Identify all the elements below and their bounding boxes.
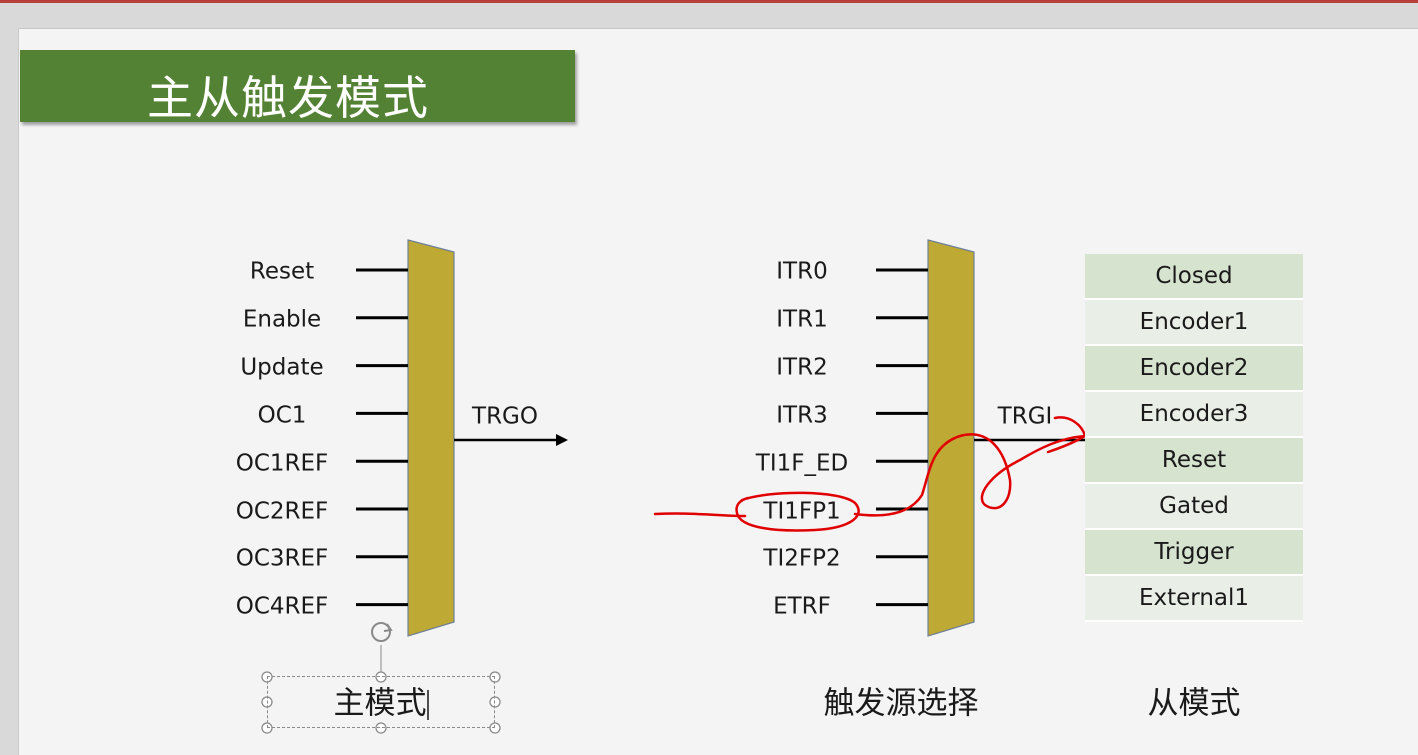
slave-mode-table: Closed Encoder1 Encoder2 Encoder3 Reset … (1085, 254, 1303, 622)
master-input-reset: Reset (249, 258, 315, 285)
master-input-enable: Enable (242, 306, 322, 333)
slave-caption: 从模式 (1147, 685, 1241, 722)
trigger-mux-block (927, 239, 975, 637)
master-input-oc1ref: OC1REF (235, 450, 329, 477)
slave-mode-encoder2: Encoder2 (1085, 346, 1303, 392)
trigger-input-etrf: ETRF (773, 593, 831, 620)
slave-mode-closed: Closed (1085, 254, 1303, 300)
slave-mode-encoder1: Encoder1 (1085, 300, 1303, 346)
trigger-caption: 触发源选择 (823, 685, 979, 722)
trigger-input-ti1fp1: TI1FP1 (763, 498, 841, 525)
master-input-oc2ref: OC2REF (235, 498, 329, 525)
trigger-input-itr2: ITR2 (776, 354, 828, 381)
master-caption[interactable]: 主模式 (334, 688, 427, 720)
trgo-label: TRGO (472, 403, 538, 430)
slave-mode-trigger: Trigger (1085, 530, 1303, 576)
trigger-input-itr1: ITR1 (776, 306, 828, 333)
trgo-arrow-head (556, 434, 568, 446)
trgi-label: TRGI (997, 403, 1053, 430)
master-input-oc1: OC1 (257, 402, 307, 429)
trigger-input-ti1f-ed: TI1F_ED (755, 450, 849, 477)
master-input-oc3ref: OC3REF (235, 545, 329, 572)
master-mux-block (407, 239, 455, 637)
annotation-input-stroke (653, 512, 747, 518)
slave-mode-external1: External1 (1085, 576, 1303, 622)
annotation-trgi-arrow (1046, 416, 1087, 454)
trigger-input-itr0: ITR0 (776, 258, 828, 285)
master-input-oc4ref: OC4REF (235, 593, 329, 620)
slave-mode-reset: Reset (1085, 438, 1303, 484)
slave-mode-gated: Gated (1085, 484, 1303, 530)
slave-mode-encoder3: Encoder3 (1085, 392, 1303, 438)
master-input-update: Update (240, 354, 324, 381)
trigger-input-itr3: ITR3 (776, 402, 828, 429)
trigger-input-ti2fp2: TI2FP2 (763, 545, 841, 572)
